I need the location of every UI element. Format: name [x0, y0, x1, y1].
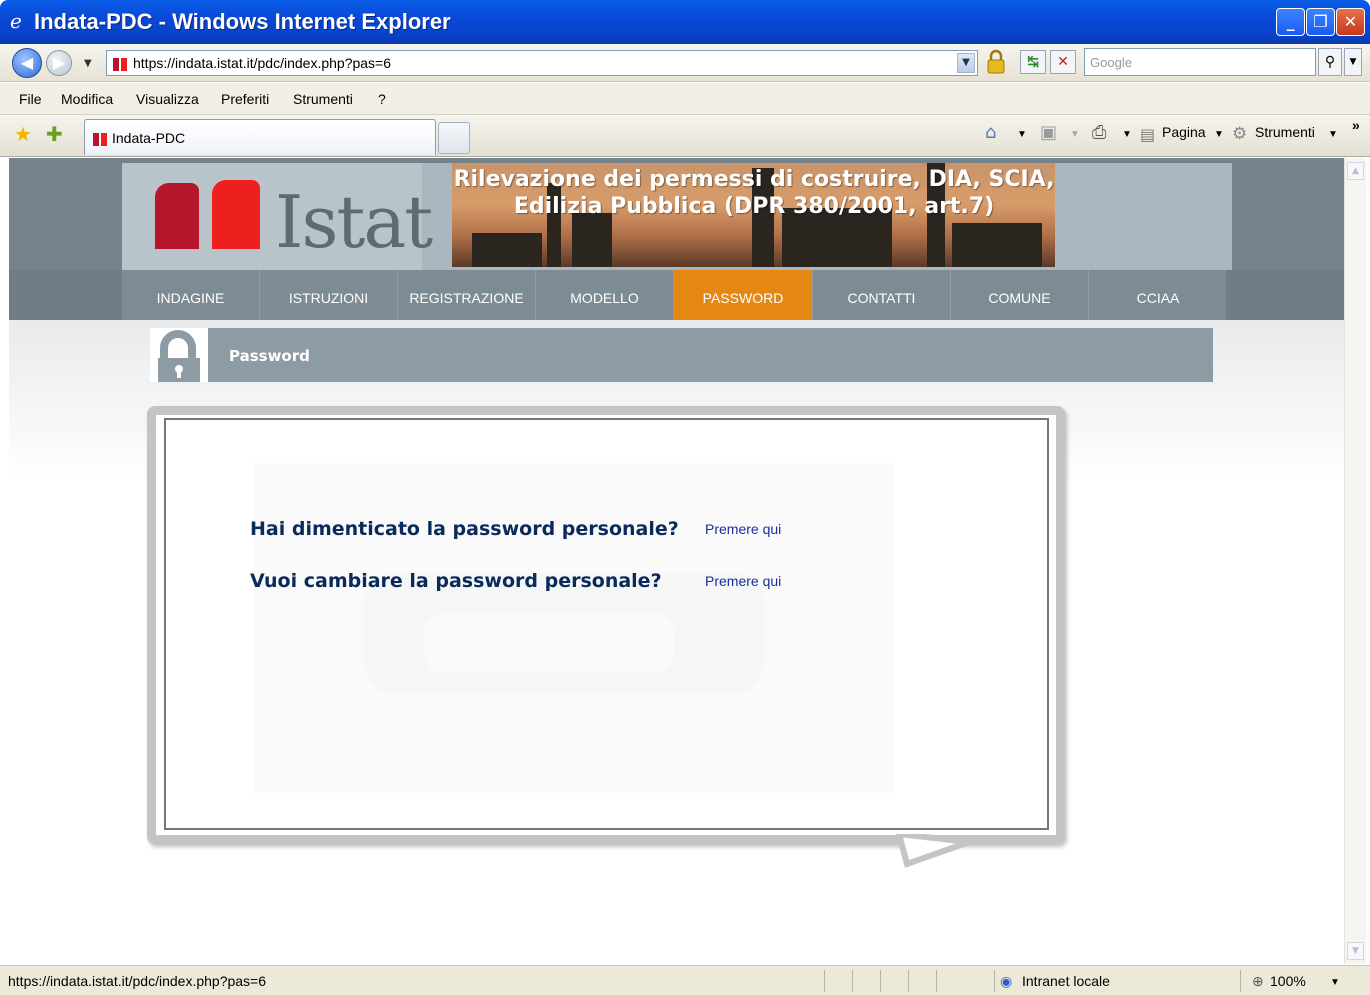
scroll-up-icon[interactable]: ▲: [1347, 162, 1364, 180]
padlock-icon: [158, 330, 200, 382]
vertical-scrollbar[interactable]: ▲ ▼: [1344, 158, 1366, 964]
forgot-password-question: Hai dimenticato la password personale?: [250, 518, 679, 540]
add-favorites-icon[interactable]: ✚: [46, 122, 63, 146]
change-password-question: Vuoi cambiare la password personale?: [250, 570, 662, 592]
close-button[interactable]: ✕: [1336, 8, 1365, 36]
window-title: Indata-PDC - Windows Internet Explorer: [34, 9, 451, 34]
stop-icon[interactable]: ✕: [1050, 50, 1076, 74]
nav-registrazione[interactable]: REGISTRAZIONE: [398, 270, 536, 320]
menu-strumenti[interactable]: Strumenti: [293, 91, 353, 107]
nav-istruzioni[interactable]: ISTRUZIONI: [260, 270, 398, 320]
address-bar[interactable]: https://indata.istat.it/pdc/index.php?pa…: [106, 50, 978, 76]
menu-modifica[interactable]: Modifica: [61, 91, 113, 107]
nav-comune[interactable]: COMUNE: [951, 270, 1089, 320]
scroll-down-icon[interactable]: ▼: [1347, 942, 1364, 960]
forgot-password-link[interactable]: Premere qui: [705, 521, 781, 537]
history-dropdown-icon[interactable]: ▼: [84, 58, 92, 69]
tab-label: Indata-PDC: [112, 130, 186, 146]
watermark-icon: [254, 463, 894, 793]
logo-text: Istat: [275, 180, 433, 264]
favorites-star-icon[interactable]: ★: [14, 122, 32, 146]
status-url: https://indata.istat.it/pdc/index.php?pa…: [8, 973, 267, 989]
home-dropdown-icon[interactable]: ▼: [1017, 129, 1027, 140]
search-input[interactable]: Google: [1084, 48, 1316, 76]
address-url: https://indata.istat.it/pdc/index.php?pa…: [133, 55, 392, 71]
home-icon[interactable]: ⌂: [985, 122, 996, 143]
security-zone: Intranet locale: [1022, 973, 1110, 989]
page-menu[interactable]: Pagina: [1162, 124, 1206, 140]
tab-indata-pdc[interactable]: Indata-PDC: [84, 119, 436, 155]
print-dropdown-icon[interactable]: ▼: [1122, 129, 1132, 140]
banner-title: Rilevazione dei permessi di costruire, D…: [453, 167, 1055, 219]
section-title: Password: [229, 347, 310, 365]
nav-modello[interactable]: MODELLO: [536, 270, 674, 320]
section-lock-icon-bg: [150, 328, 208, 382]
nav-indagine[interactable]: INDAGINE: [122, 270, 260, 320]
lock-icon[interactable]: [985, 48, 1007, 76]
maximize-button[interactable]: ❐: [1306, 8, 1335, 36]
print-icon[interactable]: ⎙: [1092, 122, 1106, 143]
back-button[interactable]: ◀: [12, 48, 42, 78]
zoom-dropdown-icon[interactable]: ▼: [1330, 977, 1340, 988]
minimize-button[interactable]: _: [1276, 8, 1305, 36]
menu-help[interactable]: ?: [378, 91, 386, 107]
tools-menu[interactable]: Strumenti: [1255, 124, 1315, 140]
menu-visualizza[interactable]: Visualizza: [136, 91, 199, 107]
tools-dropdown-icon[interactable]: ▼: [1328, 129, 1338, 140]
feeds-dropdown-icon[interactable]: ▼: [1070, 129, 1080, 140]
title-bar: e Indata-PDC - Windows Internet Explorer…: [0, 0, 1370, 44]
page-icon: ▤: [1140, 125, 1156, 144]
nav-cciaa[interactable]: CCIAA: [1089, 270, 1227, 320]
tab-favicon-icon: [93, 133, 107, 146]
logo-bar-red-icon: [212, 180, 260, 249]
new-tab-button[interactable]: [438, 122, 470, 154]
gear-icon: ⚙: [1232, 124, 1248, 144]
refresh-icon[interactable]: ↹: [1020, 50, 1046, 74]
change-password-link[interactable]: Premere qui: [705, 573, 781, 589]
search-icon[interactable]: ⚲: [1318, 48, 1342, 76]
zoom-icon: ⊕: [1252, 973, 1264, 989]
nav-password[interactable]: PASSWORD: [674, 270, 813, 320]
search-dropdown-icon[interactable]: ▼: [1344, 48, 1362, 76]
more-commands-icon[interactable]: »: [1352, 117, 1360, 133]
menu-bar: File Modifica Visualizza Preferiti Strum…: [0, 83, 1370, 115]
browser-window: e Indata-PDC - Windows Internet Explorer…: [0, 0, 1370, 995]
zoom-level[interactable]: 100%: [1270, 973, 1306, 989]
main-nav: INDAGINE ISTRUZIONI REGISTRAZIONE MODELL…: [9, 270, 1344, 320]
menu-file[interactable]: File: [19, 91, 42, 107]
address-dropdown-icon[interactable]: ▼: [957, 53, 975, 73]
intranet-zone-icon: ◉: [1000, 973, 1013, 989]
feeds-icon[interactable]: ▣: [1040, 122, 1057, 143]
page-dropdown-icon[interactable]: ▼: [1214, 129, 1224, 140]
nav-contatti[interactable]: CONTATTI: [813, 270, 951, 320]
menu-preferiti[interactable]: Preferiti: [221, 91, 269, 107]
page-content: Istat Rilevazione dei permessi di costru…: [9, 158, 1344, 964]
ie-icon: e: [10, 9, 22, 33]
status-bar: https://indata.istat.it/pdc/index.php?pa…: [0, 965, 1370, 995]
forward-button[interactable]: ▶: [46, 50, 72, 76]
istat-favicon-icon: [113, 58, 127, 71]
search-placeholder: Google: [1090, 55, 1132, 70]
frame-tail-icon: [895, 834, 971, 868]
logo-bar-dark-icon: [155, 183, 199, 249]
